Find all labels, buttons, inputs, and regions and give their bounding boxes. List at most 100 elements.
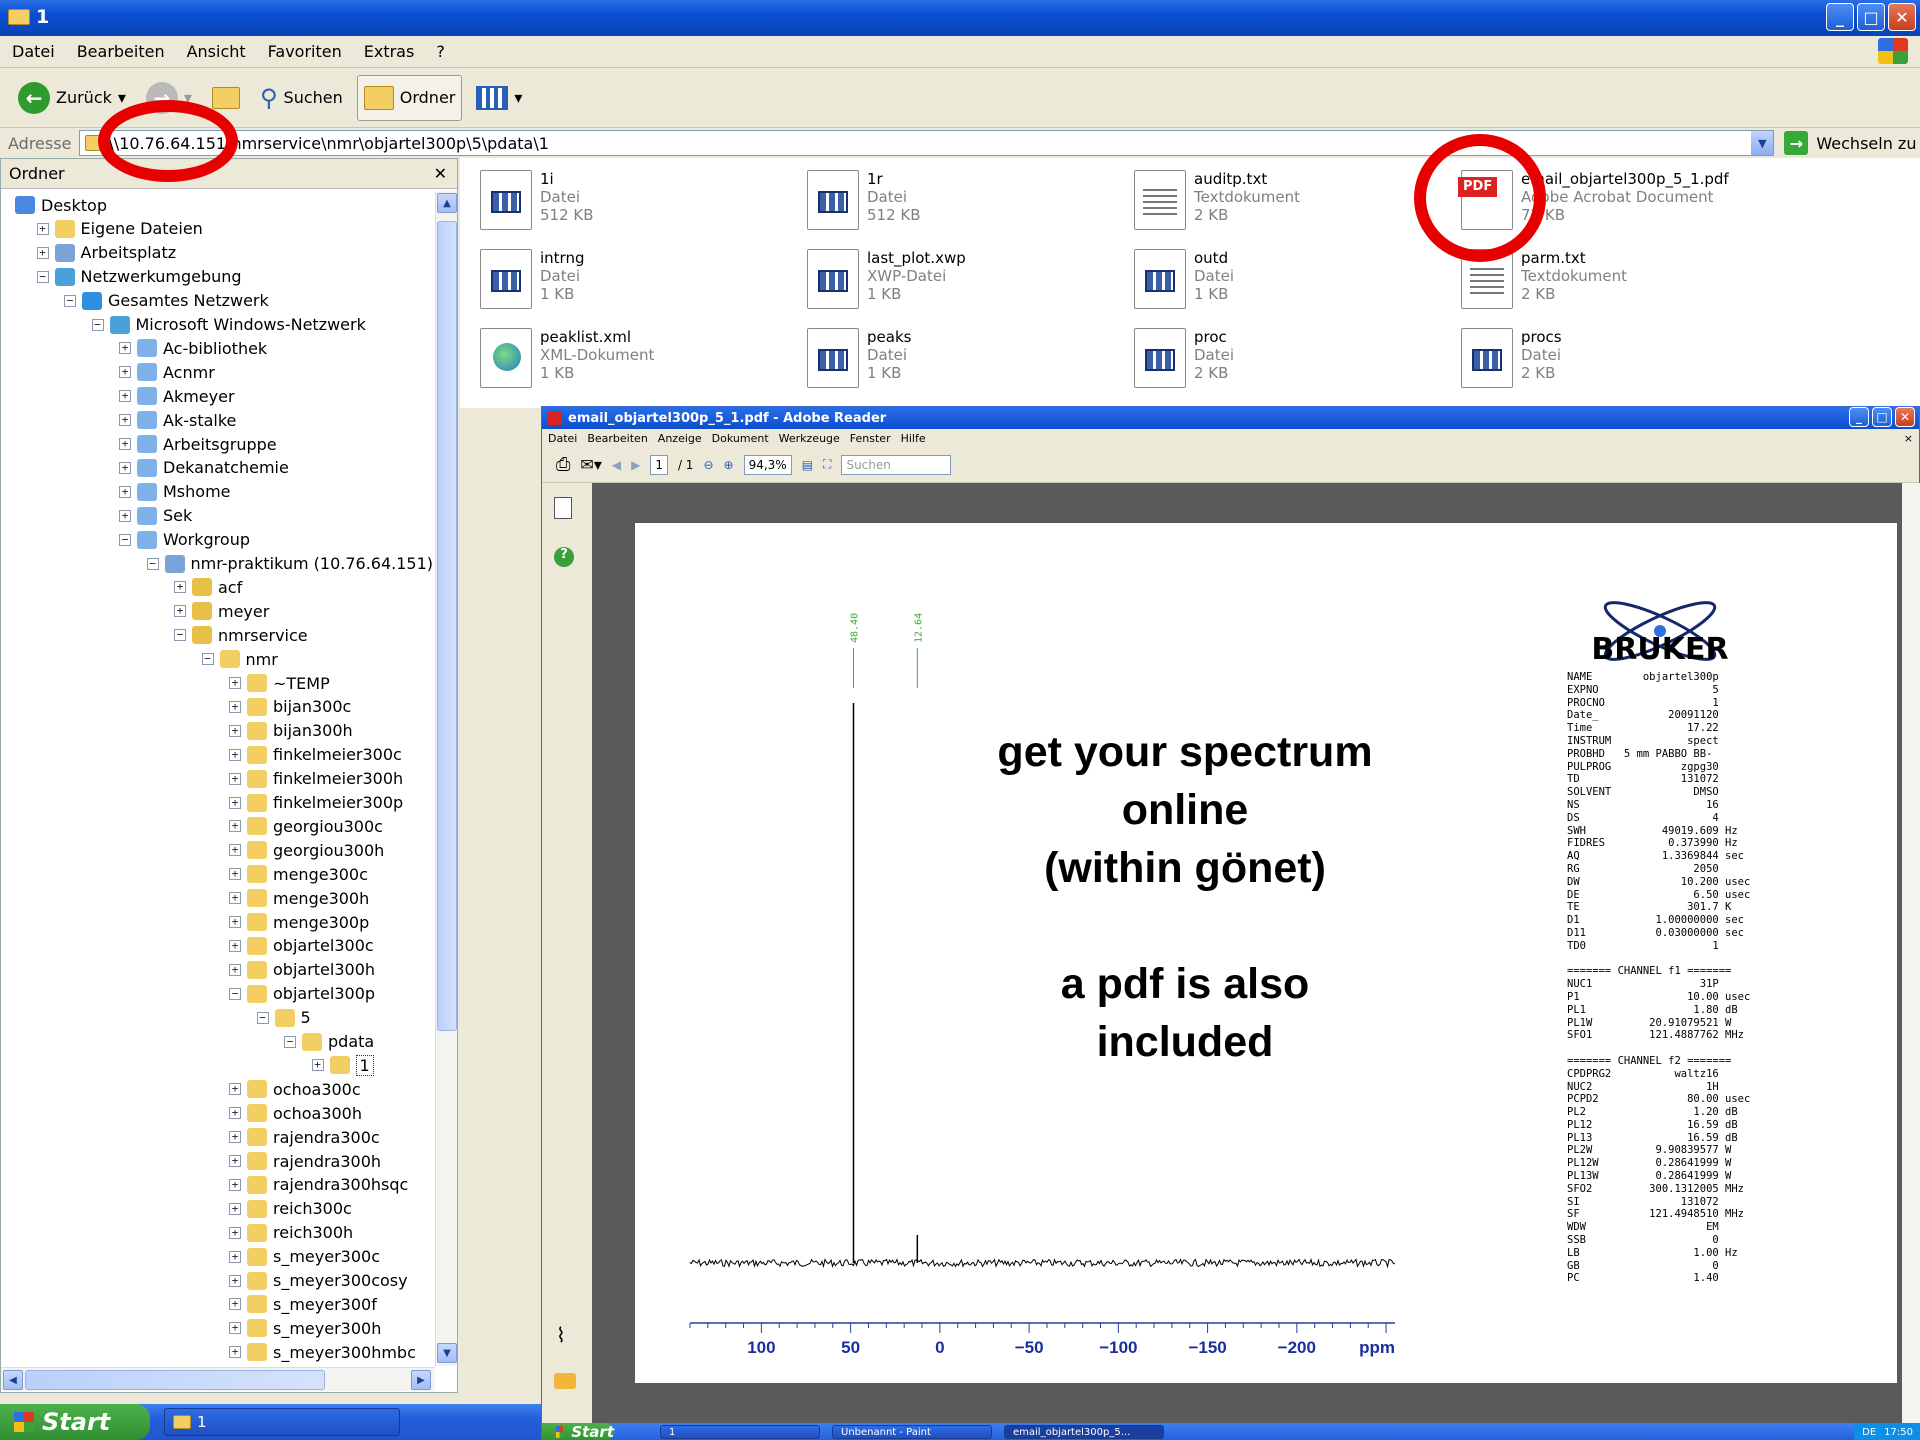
tree-item[interactable]: + meyer — [174, 599, 269, 623]
expand-icon[interactable]: + — [229, 1322, 241, 1335]
collapse-icon[interactable]: − — [119, 533, 131, 546]
expand-icon[interactable]: + — [119, 414, 131, 427]
file-item[interactable]: procs Datei 2 KB — [1461, 328, 1562, 388]
start-button[interactable]: Start — [542, 1423, 614, 1440]
expand-icon[interactable]: + — [229, 1178, 241, 1191]
views-button[interactable]: ▾ — [470, 75, 528, 121]
tree-item[interactable]: − nmrservice — [174, 623, 308, 647]
tree-item[interactable]: + s_meyer300h — [229, 1316, 381, 1340]
collapse-icon[interactable]: − — [174, 629, 186, 642]
reader-menu-werkzeuge[interactable]: Werkzeuge — [779, 432, 840, 445]
zoom-out-icon[interactable]: ⊖ — [703, 458, 713, 472]
expand-icon[interactable]: + — [229, 916, 241, 928]
language-indicator[interactable]: DE — [1862, 1427, 1876, 1438]
expand-icon[interactable]: + — [229, 1250, 241, 1263]
maximize-button[interactable]: □ — [1857, 3, 1885, 31]
tree-item[interactable]: − objartel300p — [229, 982, 375, 1006]
minimize-button[interactable]: _ — [1849, 407, 1869, 427]
tree-item[interactable]: + finkelmeier300p — [229, 791, 403, 815]
scroll-thumb[interactable] — [437, 221, 457, 1031]
file-item[interactable]: 1r Datei 512 KB — [807, 170, 921, 230]
expand-icon[interactable]: + — [229, 796, 241, 809]
zoom-in-icon[interactable]: ⊕ — [724, 458, 734, 472]
expand-icon[interactable]: + — [119, 342, 131, 355]
document-area[interactable]: 48.40 12.64 100 50 0 −50 −100 −150 −200 ppm get y… — [592, 483, 1902, 1423]
address-input[interactable]: \\10.76.64.151\nmrservice\nmr\objartel30… — [79, 130, 1775, 156]
tree-item[interactable]: + acf — [174, 575, 242, 599]
minimize-button[interactable]: _ — [1826, 3, 1854, 31]
tree-item[interactable]: + Dekanatchemie — [119, 456, 289, 480]
window-titlebar[interactable]: 1 _ □ ✕ — [0, 0, 1920, 36]
scroll-up-icon[interactable]: ▲ — [437, 193, 457, 213]
tree-item[interactable]: + s_meyer300cosy — [229, 1269, 408, 1293]
reader-vertical-scrollbar[interactable] — [1902, 483, 1920, 1423]
expand-icon[interactable]: + — [229, 1298, 241, 1311]
expand-icon[interactable]: + — [119, 390, 131, 403]
tree-item[interactable]: +1 — [311, 1053, 374, 1077]
file-item[interactable]: 1i Datei 512 KB — [480, 170, 594, 230]
fit-width-icon[interactable]: ⛶ — [823, 457, 831, 472]
tree-item[interactable]: + ~TEMP — [229, 671, 330, 695]
page-number-input[interactable]: 1 — [650, 454, 668, 475]
folders-button[interactable]: Ordner — [356, 74, 463, 121]
expand-icon[interactable]: + — [229, 724, 241, 737]
forward-button[interactable]: → ▾ — [140, 75, 198, 121]
collapse-icon[interactable]: − — [256, 1011, 269, 1024]
tree-item[interactable]: + menge300c — [229, 862, 368, 886]
tree-item[interactable]: + menge300p — [229, 910, 369, 934]
up-folder-button[interactable] — [206, 75, 246, 121]
tree-item[interactable]: + Akmeyer — [119, 384, 235, 408]
expand-icon[interactable]: + — [229, 772, 241, 785]
help-icon[interactable]: ? — [554, 547, 574, 567]
expand-icon[interactable]: + — [119, 509, 131, 522]
tree-item[interactable]: + Arbeitsgruppe — [119, 432, 277, 456]
expand-icon[interactable]: + — [229, 844, 241, 857]
expand-icon[interactable]: + — [174, 605, 186, 618]
tree-item[interactable]: − pdata — [284, 1030, 374, 1054]
chevron-down-icon[interactable]: ▼ — [1751, 131, 1774, 155]
reader-menu-bearbeiten[interactable]: Bearbeiten — [587, 432, 647, 445]
file-item[interactable]: auditp.txt Textdokument 2 KB — [1134, 170, 1300, 230]
scroll-right-icon[interactable]: ▶ — [411, 1370, 431, 1390]
chevron-down-icon[interactable]: ▾ — [514, 88, 522, 107]
tree-item[interactable]: + reich300h — [229, 1221, 353, 1245]
menu-help[interactable]: ? — [436, 42, 445, 61]
collapse-icon[interactable]: − — [91, 318, 104, 331]
previous-page-icon[interactable]: ◀ — [612, 458, 621, 472]
expand-icon[interactable]: + — [119, 485, 131, 498]
tree-item[interactable]: − nmr-praktikum (10.76.64.151) — [146, 552, 433, 576]
horizontal-scrollbar[interactable]: ◀ ▶ — [1, 1367, 435, 1391]
tree-item[interactable]: + Ak-stalke — [119, 408, 236, 432]
expand-icon[interactable]: + — [229, 963, 241, 976]
file-item[interactable]: PDF email_objartel300p_5_1.pdf Adobe Acrob… — [1458, 170, 1729, 230]
close-icon[interactable]: × — [1904, 432, 1913, 445]
tree-item[interactable]: + georgiou300h — [229, 838, 384, 862]
expand-icon[interactable]: + — [119, 366, 131, 379]
tree-item[interactable]: + finkelmeier300h — [229, 767, 403, 791]
file-item[interactable]: peaks Datei 1 KB — [807, 328, 911, 388]
collapse-icon[interactable]: − — [146, 557, 159, 570]
file-item[interactable]: outd Datei 1 KB — [1134, 249, 1234, 309]
tree-item[interactable]: + s_meyer300c — [229, 1245, 380, 1269]
close-icon[interactable]: ✕ — [434, 164, 447, 183]
close-button[interactable]: ✕ — [1895, 407, 1915, 427]
collapse-icon[interactable]: − — [64, 294, 76, 307]
expand-icon[interactable]: + — [229, 1346, 241, 1359]
taskbar-item-explorer[interactable]: 1 — [660, 1425, 820, 1439]
tree-item[interactable]: + Mshome — [119, 480, 231, 504]
tree-item[interactable]: − nmr — [201, 647, 278, 671]
chevron-down-icon[interactable]: ▾ — [184, 88, 192, 107]
tree-item[interactable]: + Acnmr — [119, 360, 215, 384]
close-button[interactable]: ✕ — [1888, 3, 1916, 31]
tree-item[interactable]: + rajendra300h — [229, 1149, 381, 1173]
scroll-down-icon[interactable]: ▼ — [437, 1343, 457, 1363]
expand-icon[interactable]: + — [174, 581, 186, 594]
reader-titlebar[interactable]: email_objartel300p_5_1.pdf - Adobe Reade… — [542, 407, 1919, 429]
expand-icon[interactable]: + — [229, 939, 241, 952]
tree-item[interactable]: + finkelmeier300c — [229, 743, 402, 767]
reader-menu-anzeige[interactable]: Anzeige — [658, 432, 702, 445]
maximize-button[interactable]: □ — [1872, 407, 1892, 427]
menu-bearbeiten[interactable]: Bearbeiten — [77, 42, 165, 61]
collapse-icon[interactable]: − — [284, 1035, 296, 1048]
reader-search-input[interactable]: Suchen — [841, 454, 952, 475]
